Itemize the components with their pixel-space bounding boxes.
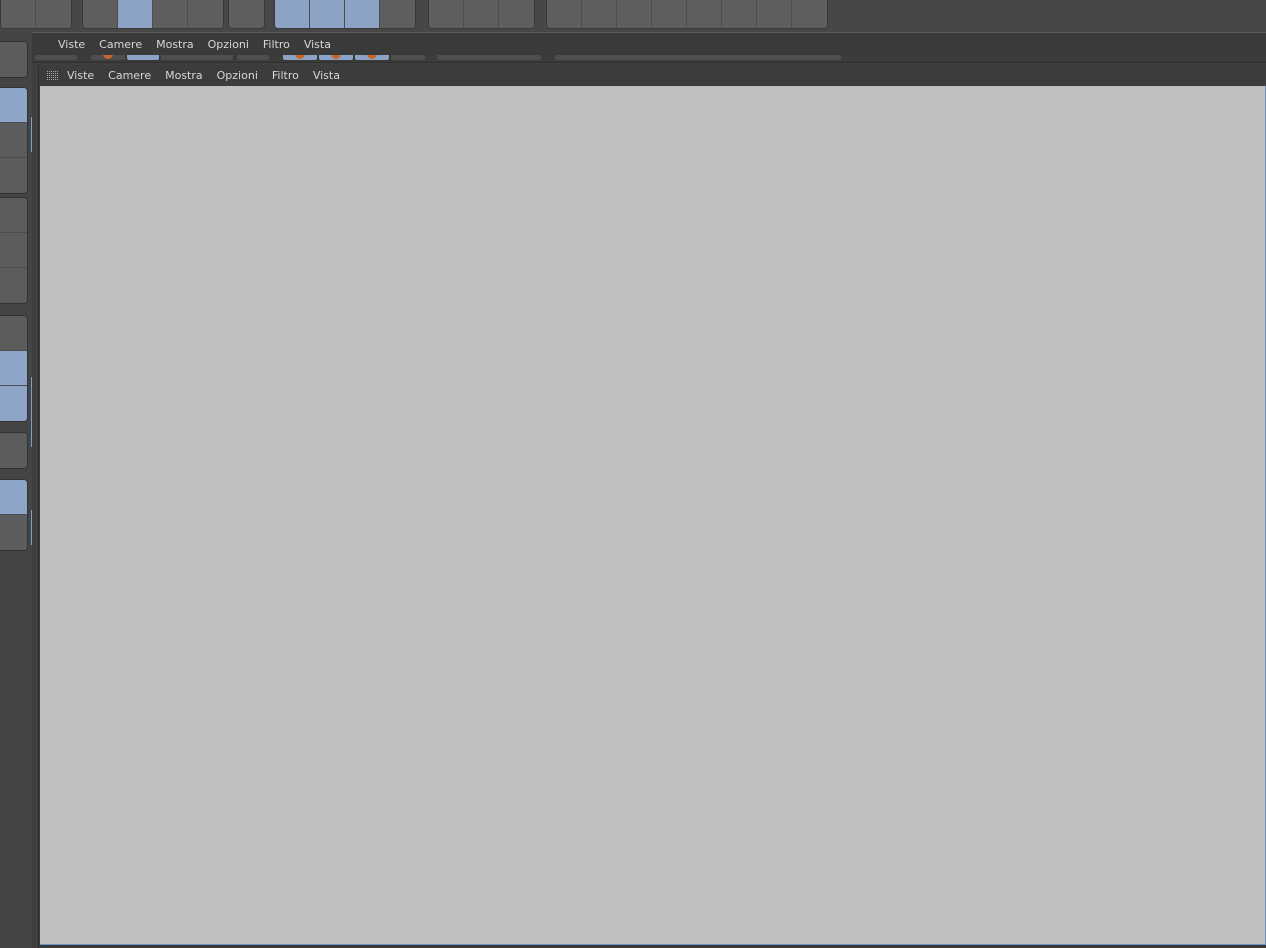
toolbar-button[interactable] xyxy=(380,0,415,28)
left-toolbar xyxy=(0,32,34,947)
left-toolbar-button[interactable] xyxy=(0,351,27,386)
render-icon xyxy=(331,55,341,59)
toolbar-button[interactable] xyxy=(83,0,118,28)
peek-button[interactable] xyxy=(282,55,318,61)
toolbar-button[interactable] xyxy=(547,0,582,28)
left-toolbar-button[interactable] xyxy=(0,42,27,77)
menu-viste[interactable]: Viste xyxy=(58,38,85,51)
hidden-toolbar-strip xyxy=(32,55,1266,63)
toolbar-group-a xyxy=(0,0,72,29)
left-toolbar-button[interactable] xyxy=(0,88,27,123)
peek-button[interactable] xyxy=(436,55,542,61)
outer-viewport-menubar: Viste Camere Mostra Opzioni Filtro Vista xyxy=(32,33,1266,55)
left-toolbar-button[interactable] xyxy=(0,386,27,421)
toolbar-button[interactable] xyxy=(652,0,687,28)
toolbar-button[interactable] xyxy=(153,0,188,28)
menu-vista[interactable]: Vista xyxy=(304,38,331,51)
peek-button[interactable] xyxy=(126,55,160,61)
left-toolbar-button[interactable] xyxy=(0,515,27,550)
peek-button[interactable] xyxy=(354,55,390,61)
toolbar-button[interactable] xyxy=(310,0,345,28)
left-toolbar-group xyxy=(0,87,28,194)
left-toolbar-button[interactable] xyxy=(0,233,27,268)
toolbar-button[interactable] xyxy=(345,0,380,28)
toolbar-button[interactable] xyxy=(464,0,499,28)
menu-mostra[interactable]: Mostra xyxy=(156,38,194,51)
toolbar-button[interactable] xyxy=(582,0,617,28)
toolbar-button[interactable] xyxy=(429,0,464,28)
menu-opzioni[interactable]: Opzioni xyxy=(208,38,249,51)
toolbar-button[interactable] xyxy=(36,0,71,28)
left-toolbar-group xyxy=(0,432,28,469)
peek-button[interactable] xyxy=(34,55,78,61)
peek-button[interactable] xyxy=(554,55,842,61)
toolbar-button[interactable] xyxy=(499,0,534,28)
toolbar-button[interactable] xyxy=(687,0,722,28)
toolbar-button[interactable] xyxy=(722,0,757,28)
toolbar-group-d xyxy=(274,0,416,29)
toolbar-group-b xyxy=(82,0,224,29)
peek-button[interactable] xyxy=(390,55,426,61)
toolbar-button[interactable] xyxy=(792,0,827,28)
toolbar-group-e xyxy=(428,0,535,29)
left-toolbar-group xyxy=(0,479,28,551)
top-toolbar xyxy=(0,0,1266,32)
render-icon xyxy=(295,55,305,59)
toolbar-button[interactable] xyxy=(1,0,36,28)
menu-filtro[interactable]: Filtro xyxy=(263,38,290,51)
menu-filtro[interactable]: Filtro xyxy=(272,69,299,82)
menu-camere[interactable]: Camere xyxy=(108,69,151,82)
toolbar-button[interactable] xyxy=(757,0,792,28)
viewport-canvas[interactable] xyxy=(40,86,1266,945)
toolbar-button[interactable] xyxy=(275,0,310,28)
toolbar-button[interactable] xyxy=(617,0,652,28)
toolbar-group-c xyxy=(228,0,265,29)
left-toolbar-button[interactable] xyxy=(0,316,27,351)
menu-opzioni[interactable]: Opzioni xyxy=(217,69,258,82)
toolbar-button[interactable] xyxy=(229,0,264,28)
grip-icon[interactable] xyxy=(47,70,58,81)
left-toolbar-button[interactable] xyxy=(0,198,27,233)
inner-viewport: Viste Camere Mostra Opzioni Filtro Vista xyxy=(38,65,1266,948)
render-icon xyxy=(103,55,113,59)
left-toolbar-button[interactable] xyxy=(0,158,27,193)
left-toolbar-button[interactable] xyxy=(0,123,27,158)
render-icon xyxy=(367,55,377,59)
peek-button[interactable] xyxy=(160,55,234,61)
menu-vista[interactable]: Vista xyxy=(313,69,340,82)
peek-button[interactable] xyxy=(90,55,126,61)
outer-viewport: Viste Camere Mostra Opzioni Filtro Vista… xyxy=(32,32,1266,948)
menu-viste[interactable]: Viste xyxy=(67,69,94,82)
toolbar-button[interactable] xyxy=(188,0,223,28)
left-toolbar-button[interactable] xyxy=(0,268,27,303)
left-toolbar-button[interactable] xyxy=(0,433,27,468)
toolbar-group-f xyxy=(546,0,828,29)
menu-mostra[interactable]: Mostra xyxy=(165,69,203,82)
left-toolbar-group xyxy=(0,197,28,304)
peek-button[interactable] xyxy=(236,55,270,61)
left-toolbar-group xyxy=(0,41,28,78)
menu-camere[interactable]: Camere xyxy=(99,38,142,51)
toolbar-button[interactable] xyxy=(118,0,153,28)
peek-button[interactable] xyxy=(318,55,354,61)
left-toolbar-group xyxy=(0,315,28,422)
left-toolbar-button[interactable] xyxy=(0,480,27,515)
inner-viewport-menubar: Viste Camere Mostra Opzioni Filtro Vista xyxy=(39,65,1266,86)
